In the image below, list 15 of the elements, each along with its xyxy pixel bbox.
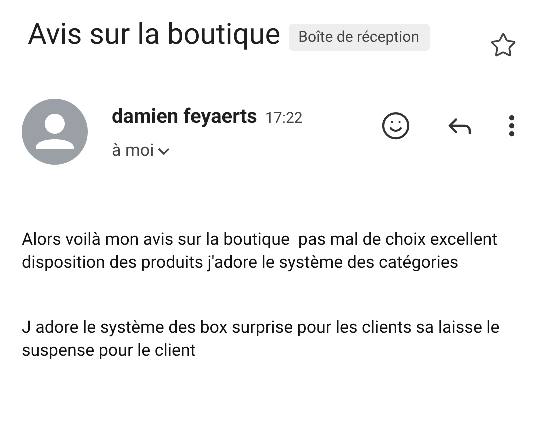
smiley-icon [381,111,411,141]
recipient-details[interactable]: à moi [112,139,303,164]
more-button[interactable] [509,115,515,137]
star-icon [490,32,517,59]
message-time: 17:22 [265,108,303,129]
inbox-label[interactable]: Boîte de réception [288,24,430,50]
avatar-icon [22,99,88,165]
email-subject: Avis sur la boutique [28,17,281,54]
sender-name: damien feyaerts [112,103,258,130]
chevron-icon [158,148,170,156]
star-button[interactable] [490,32,517,59]
message-paragraph: Alors voilà mon avis sur la boutique pas mal de choix excellent disposition des produits j'adore le système des catégories [22,229,499,275]
emoji-reaction-button[interactable] [381,111,411,141]
message-paragraph: J adore le système des box surprise pour les clients sa laisse le suspense pour le client [22,317,500,363]
more-icon [509,115,515,137]
